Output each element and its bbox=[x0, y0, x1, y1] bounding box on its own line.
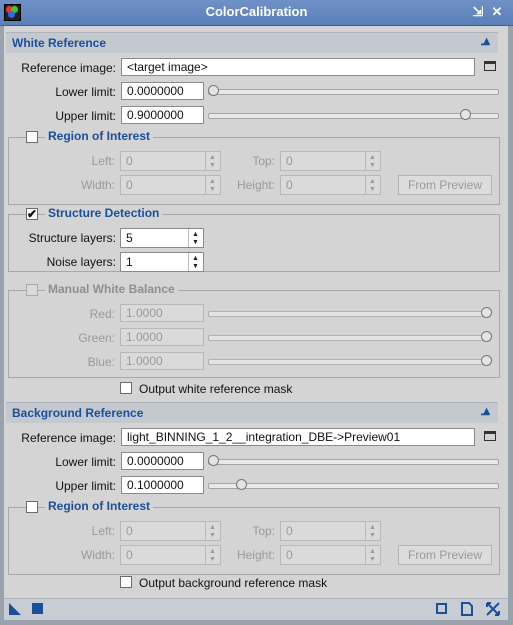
edit-instance-icon[interactable] bbox=[486, 602, 500, 616]
br-upper-limit-label: Upper limit: bbox=[55, 479, 116, 493]
noise-layers-label: Noise layers: bbox=[46, 255, 116, 269]
collapse-icon[interactable]: ▲ ▔ bbox=[481, 406, 492, 427]
apply-global-square-icon[interactable] bbox=[32, 603, 43, 614]
output-background-mask-label: Output background reference mask bbox=[139, 576, 328, 590]
bottom-toolbar bbox=[4, 598, 508, 620]
wr-roi-left-label: Left: bbox=[91, 154, 115, 168]
wr-roi-height-label: Height: bbox=[236, 178, 275, 192]
br-roi-top-label: Top: bbox=[252, 524, 275, 538]
br-lower-limit-slider[interactable] bbox=[208, 459, 499, 465]
blue-field[interactable]: 1.0000 bbox=[120, 352, 204, 370]
wr-roi-title: Region of Interest bbox=[45, 129, 154, 143]
reset-icon[interactable] bbox=[460, 602, 474, 616]
wr-roi-checkbox[interactable] bbox=[26, 131, 38, 143]
wr-roi-top-label: Top: bbox=[252, 154, 275, 168]
output-white-mask-label: Output white reference mask bbox=[139, 382, 293, 396]
wr-roi-left-spinbox[interactable]: 0 ▲ ▼ bbox=[120, 151, 221, 171]
close-icon[interactable]: ✕ bbox=[489, 3, 505, 21]
br-roi-top-spinbox[interactable]: 0 ▲ ▼ bbox=[280, 521, 381, 541]
preview-icon[interactable] bbox=[436, 603, 447, 614]
structure-detection-checkbox[interactable]: ✔ bbox=[26, 208, 38, 220]
wr-lower-limit-field[interactable]: 0.0000000 bbox=[121, 82, 204, 100]
br-roi-left-spinbox[interactable]: 0 ▲ ▼ bbox=[120, 521, 221, 541]
window-title: ColorCalibration bbox=[205, 4, 308, 19]
green-slider[interactable] bbox=[208, 335, 491, 341]
structure-layers-spinbox[interactable]: 5 ▲ ▼ bbox=[120, 228, 204, 248]
red-slider[interactable] bbox=[208, 311, 491, 317]
view-selector-icon[interactable] bbox=[484, 61, 496, 71]
background-reference-header[interactable]: Background Reference ▲ ▔ bbox=[6, 402, 498, 427]
wr-lower-limit-slider[interactable] bbox=[208, 89, 499, 95]
noise-layers-spinbox[interactable]: 1 ▲ ▼ bbox=[120, 252, 204, 272]
wr-upper-limit-field[interactable]: 0.9000000 bbox=[121, 106, 204, 124]
slider-knob[interactable] bbox=[208, 85, 219, 96]
br-roi-title: Region of Interest bbox=[45, 499, 154, 513]
br-roi-height-spinbox[interactable]: 0 ▲ ▼ bbox=[280, 545, 381, 565]
slider-knob[interactable] bbox=[236, 479, 247, 490]
wr-upper-limit-slider[interactable] bbox=[208, 113, 499, 119]
slider-knob[interactable] bbox=[481, 331, 492, 342]
slider-knob[interactable] bbox=[208, 455, 219, 466]
br-roi-height-label: Height: bbox=[236, 548, 275, 562]
section-title: Background Reference bbox=[12, 406, 144, 420]
wr-upper-limit-label: Upper limit: bbox=[55, 109, 116, 123]
output-background-mask-checkbox[interactable] bbox=[120, 576, 132, 588]
new-instance-triangle-icon[interactable] bbox=[8, 602, 22, 616]
br-lower-limit-field[interactable]: 0.0000000 bbox=[121, 452, 204, 470]
wr-roi-top-spinbox[interactable]: 0 ▲ ▼ bbox=[280, 151, 381, 171]
br-from-preview-button[interactable]: From Preview bbox=[398, 545, 492, 565]
white-reference-header[interactable]: White Reference ▲ ▔ bbox=[6, 32, 498, 57]
wr-roi-width-spinbox[interactable]: 0 ▲ ▼ bbox=[120, 175, 221, 195]
br-roi-width-label: Width: bbox=[80, 548, 115, 562]
manual-white-balance-checkbox[interactable] bbox=[26, 284, 38, 296]
red-label: Red: bbox=[89, 307, 115, 321]
wr-roi-width-label: Width: bbox=[80, 178, 115, 192]
structure-detection-title: Structure Detection bbox=[45, 206, 163, 220]
br-roi-width-spinbox[interactable]: 0 ▲ ▼ bbox=[120, 545, 221, 565]
section-title: White Reference bbox=[12, 36, 107, 50]
output-white-mask-checkbox[interactable] bbox=[120, 382, 132, 394]
wr-lower-limit-label: Lower limit: bbox=[55, 85, 116, 99]
slider-knob[interactable] bbox=[481, 307, 492, 318]
wr-reference-image-field[interactable]: <target image> bbox=[121, 58, 475, 76]
pin-icon[interactable]: ⇲ bbox=[470, 3, 486, 21]
wr-reference-image-label: Reference image: bbox=[21, 61, 116, 75]
br-reference-image-field[interactable]: light_BINNING_1_2__integration_DBE->Prev… bbox=[121, 428, 475, 446]
structure-layers-label: Structure layers: bbox=[28, 231, 116, 245]
wr-from-preview-button[interactable]: From Preview bbox=[398, 175, 492, 195]
br-lower-limit-label: Lower limit: bbox=[55, 455, 116, 469]
slider-knob[interactable] bbox=[460, 109, 471, 120]
red-field[interactable]: 1.0000 bbox=[120, 304, 204, 322]
wr-roi-height-spinbox[interactable]: 0 ▲ ▼ bbox=[280, 175, 381, 195]
blue-label: Blue: bbox=[87, 355, 115, 369]
blue-slider[interactable] bbox=[208, 359, 491, 365]
green-label: Green: bbox=[78, 331, 115, 345]
br-roi-checkbox[interactable] bbox=[26, 501, 38, 513]
collapse-icon[interactable]: ▲ ▔ bbox=[481, 36, 492, 57]
br-roi-left-label: Left: bbox=[91, 524, 115, 538]
br-upper-limit-field[interactable]: 0.1000000 bbox=[121, 476, 204, 494]
green-field[interactable]: 1.0000 bbox=[120, 328, 204, 346]
view-selector-icon[interactable] bbox=[484, 431, 496, 441]
br-reference-image-label: Reference image: bbox=[21, 431, 116, 445]
manual-white-balance-title: Manual White Balance bbox=[45, 282, 178, 296]
br-upper-limit-slider[interactable] bbox=[208, 483, 499, 489]
slider-knob[interactable] bbox=[481, 355, 492, 366]
